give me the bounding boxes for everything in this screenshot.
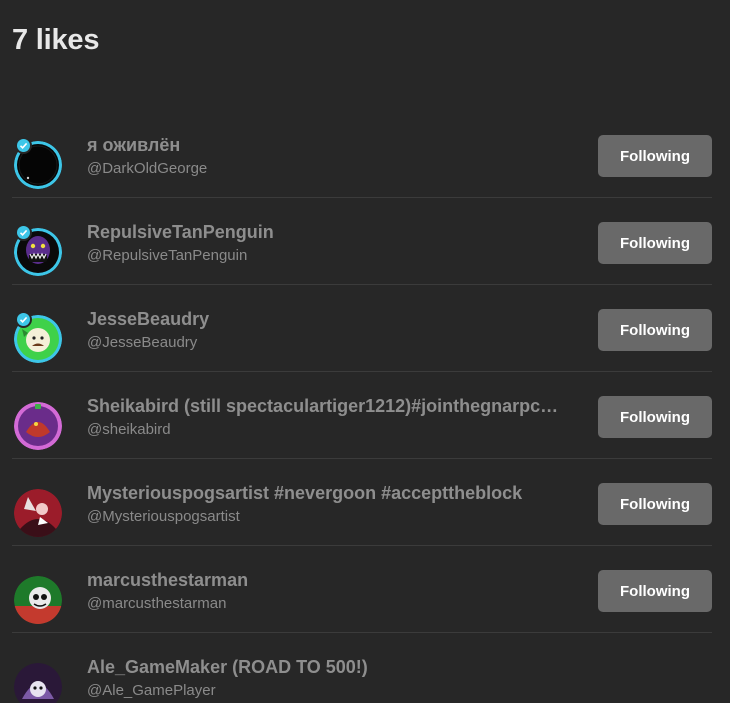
verified-badge-icon <box>17 313 30 326</box>
list-item: RepulsiveTanPenguin @RepulsiveTanPenguin… <box>12 198 712 285</box>
user-names: я оживлён @DarkOldGeorge <box>87 134 577 179</box>
user-names: Ale_GameMaker (ROAD TO 500!) @Ale_GamePl… <box>87 656 577 701</box>
user-display-name[interactable]: Sheikabird (still spectaculartiger1212)#… <box>87 395 577 417</box>
likes-panel: 7 likes я оживлён @DarkOldGeorge Followi… <box>0 0 730 703</box>
following-button[interactable]: Following <box>598 396 712 438</box>
user-handle[interactable]: @Ale_GamePlayer <box>87 681 577 701</box>
list-item: JesseBeaudry @JesseBeaudry Following <box>12 285 712 372</box>
user-names: Sheikabird (still spectaculartiger1212)#… <box>87 395 577 440</box>
user-handle[interactable]: @RepulsiveTanPenguin <box>87 246 577 266</box>
user-avatar[interactable] <box>14 576 62 624</box>
likes-count-title: 7 likes <box>12 24 100 56</box>
user-display-name[interactable]: marcusthestarman <box>87 569 577 591</box>
user-avatar[interactable] <box>14 663 62 703</box>
user-names: Mysteriouspogsartist #nevergoon #acceptt… <box>87 482 577 527</box>
user-avatar[interactable] <box>14 402 62 450</box>
user-names: JesseBeaudry @JesseBeaudry <box>87 308 577 353</box>
user-handle[interactable]: @DarkOldGeorge <box>87 159 577 179</box>
user-handle[interactable]: @marcusthestarman <box>87 594 577 614</box>
user-display-name[interactable]: Ale_GameMaker (ROAD TO 500!) <box>87 656 577 678</box>
list-item: Ale_GameMaker (ROAD TO 500!) @Ale_GamePl… <box>12 633 712 703</box>
verified-badge-icon <box>17 226 30 239</box>
user-handle[interactable]: @Mysteriouspogsartist <box>87 507 577 527</box>
list-item: marcusthestarman @marcusthestarman Follo… <box>12 546 712 633</box>
user-handle[interactable]: @sheikabird <box>87 420 577 440</box>
user-display-name[interactable]: JesseBeaudry <box>87 308 577 330</box>
user-display-name[interactable]: RepulsiveTanPenguin <box>87 221 577 243</box>
list-item: Mysteriouspogsartist #nevergoon #acceptt… <box>12 459 712 546</box>
user-avatar[interactable] <box>14 489 62 537</box>
list-item: Sheikabird (still spectaculartiger1212)#… <box>12 372 712 459</box>
verified-badge-icon <box>17 139 30 152</box>
following-button[interactable]: Following <box>598 309 712 351</box>
list-item: я оживлён @DarkOldGeorge Following <box>12 111 712 198</box>
following-button[interactable]: Following <box>598 570 712 612</box>
user-names: RepulsiveTanPenguin @RepulsiveTanPenguin <box>87 221 577 266</box>
following-button[interactable]: Following <box>598 222 712 264</box>
likes-user-list: я оживлён @DarkOldGeorge Following Repul… <box>12 111 712 703</box>
user-display-name[interactable]: я оживлён <box>87 134 577 156</box>
following-button[interactable]: Following <box>598 483 712 525</box>
user-names: marcusthestarman @marcusthestarman <box>87 569 577 614</box>
user-handle[interactable]: @JesseBeaudry <box>87 333 577 353</box>
user-display-name[interactable]: Mysteriouspogsartist #nevergoon #acceptt… <box>87 482 577 504</box>
following-button[interactable]: Following <box>598 135 712 177</box>
